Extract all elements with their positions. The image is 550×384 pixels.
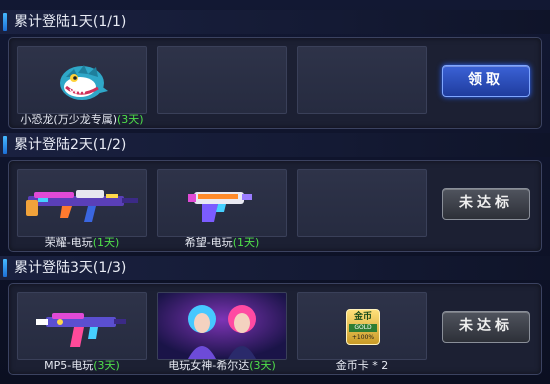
character-portrait-icon xyxy=(158,293,286,359)
reward-name: 希望-电玩 xyxy=(184,236,233,249)
reward-slot-1[interactable] xyxy=(17,292,147,360)
rifle-icon xyxy=(26,190,138,222)
reward-duration: (1天) xyxy=(232,236,260,249)
reward-caption: 电玩女神-希尔达(3天) xyxy=(149,359,295,372)
gold-coin-card-icon: 金币 GOLD +100% xyxy=(346,309,380,345)
reward-caption: 金币卡 * 2 xyxy=(289,359,435,372)
reward-name: 小恐龙(万少龙专属) xyxy=(20,113,117,126)
login-reward-panel: 累计登陆1天(1/1) 小恐龙(万少龙专属)(3天) 领取 累计登陆2天(1/2… xyxy=(0,0,550,384)
reward-name: 金币卡 * 2 xyxy=(335,359,389,372)
reward-slot-2[interactable] xyxy=(157,169,287,237)
section-accent-bar xyxy=(3,259,7,277)
reward-slot-2[interactable] xyxy=(157,292,287,360)
pistol-icon xyxy=(188,192,252,222)
reward-panel: 金币 GOLD +100% MP5-电玩(3天) 电玩女神-希尔达(3天) 金币… xyxy=(8,283,542,375)
reward-slot-1[interactable] xyxy=(17,169,147,237)
not-reached-button[interactable]: 未达标 xyxy=(442,311,530,343)
reward-slot-3 xyxy=(297,46,427,114)
smg-icon xyxy=(36,313,126,347)
reward-name: MP5-电玩 xyxy=(44,359,94,372)
reward-slot-3 xyxy=(297,169,427,237)
reward-caption: 荣耀-电玩(1天) xyxy=(9,236,155,249)
reward-panel: 荣耀-电玩(1天) 希望-电玩(1天) 未达标 xyxy=(8,160,542,252)
reward-duration: (3天) xyxy=(117,113,144,126)
reward-slot-2 xyxy=(157,46,287,114)
section-accent-bar xyxy=(3,13,7,31)
dinosaur-icon xyxy=(60,65,108,100)
section-accent-bar xyxy=(3,136,7,154)
reward-slot-1[interactable] xyxy=(17,46,147,114)
reward-caption: 小恐龙(万少龙专属)(3天) xyxy=(9,113,155,126)
section-header: 累计登陆2天(1/2) xyxy=(0,133,550,157)
card-label-top: 金币 xyxy=(353,312,372,322)
reward-panel: 小恐龙(万少龙专属)(3天) 领取 xyxy=(8,37,542,129)
reward-name: 荣耀-电玩 xyxy=(44,236,93,249)
not-reached-button[interactable]: 未达标 xyxy=(442,188,530,220)
card-label-mid: GOLD xyxy=(349,324,377,332)
reward-duration: (1天) xyxy=(92,236,120,249)
card-label-bot: +100% xyxy=(351,334,375,341)
reward-slot-3[interactable]: 金币 GOLD +100% xyxy=(297,292,427,360)
reward-duration: (3天) xyxy=(93,359,120,372)
claim-button[interactable]: 领取 xyxy=(442,65,530,97)
reward-caption: 希望-电玩(1天) xyxy=(149,236,295,249)
section-title: 累计登陆1天(1/1) xyxy=(14,14,127,30)
section-header: 累计登陆1天(1/1) xyxy=(0,10,550,34)
section-title: 累计登陆2天(1/2) xyxy=(14,137,127,153)
reward-name: 电玩女神-希尔达 xyxy=(168,359,250,372)
reward-caption: MP5-电玩(3天) xyxy=(9,359,155,372)
section-header: 累计登陆3天(1/3) xyxy=(0,256,550,280)
section-title: 累计登陆3天(1/3) xyxy=(14,260,127,276)
reward-duration: (3天) xyxy=(249,359,276,372)
